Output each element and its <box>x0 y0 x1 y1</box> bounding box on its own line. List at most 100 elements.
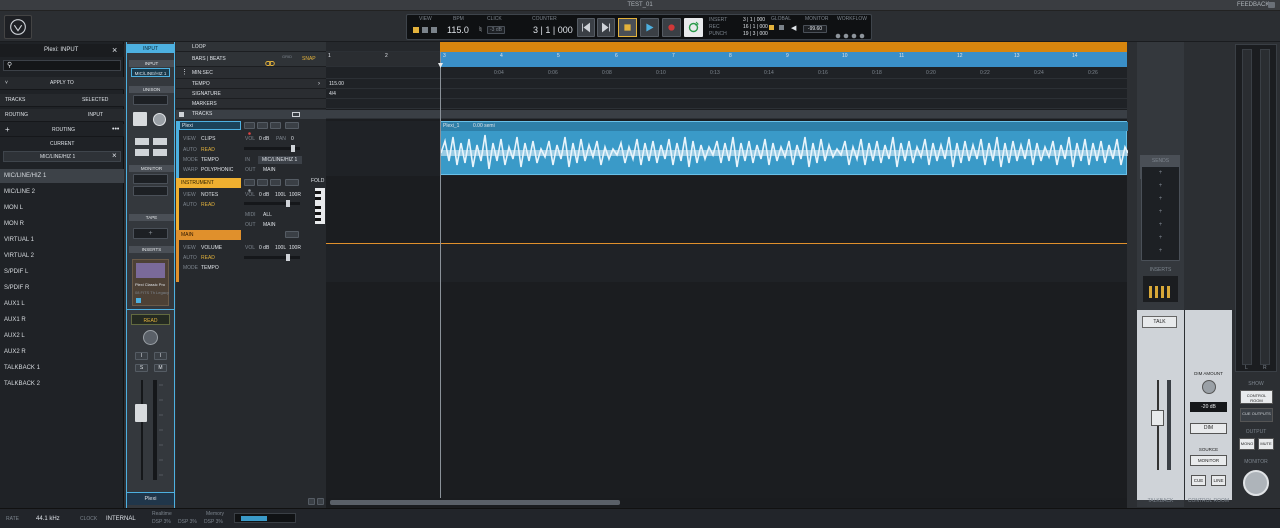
automation-mode-selector[interactable]: READ <box>131 314 170 325</box>
remove-icon[interactable]: × <box>112 151 117 160</box>
dim-amount-knob[interactable] <box>1202 380 1216 394</box>
punch-rec[interactable]: REC <box>709 25 720 30</box>
signature-lane[interactable]: 4/4 <box>326 89 1127 99</box>
polarity-button[interactable] <box>153 149 167 156</box>
feedback-icon[interactable] <box>1268 2 1275 8</box>
strip-input-selector[interactable]: MIC/LINE/HIZ 1 <box>131 68 170 77</box>
show-cue-outputs-button[interactable]: CUE OUTPUTS <box>1240 408 1273 422</box>
clip-header[interactable]: Plexi_1 0.00 semi <box>441 122 1128 131</box>
input-item-2[interactable]: MIC/LINE 2 <box>4 189 35 195</box>
instrument-view-value[interactable]: NOTES <box>201 193 218 198</box>
tape-slot[interactable]: + <box>133 228 168 239</box>
send-add-4[interactable]: + <box>1142 209 1179 215</box>
tracks-toggle-icon[interactable] <box>292 112 300 117</box>
send-add-1[interactable]: + <box>1142 170 1179 176</box>
plexi-auto-value[interactable]: READ <box>201 148 215 153</box>
tempo-expand-icon[interactable]: › <box>318 81 320 87</box>
plexi-out-value[interactable]: MAIN <box>263 168 276 173</box>
input-search-field[interactable]: ⚲ <box>3 60 121 71</box>
show-control-room-button[interactable]: CONTROL ROOM <box>1240 390 1273 404</box>
instrument-auto-value[interactable]: READ <box>201 203 215 208</box>
input-item-5[interactable]: VIRTUAL 1 <box>4 237 34 243</box>
instrument-vol-value[interactable]: 0 dB <box>259 193 269 198</box>
loop-lane[interactable] <box>326 42 1127 52</box>
markers-lane[interactable] <box>326 99 1127 109</box>
add-icon[interactable]: + <box>5 126 10 134</box>
speaker-icon[interactable]: ◀ <box>791 24 796 32</box>
link-icon[interactable] <box>265 55 275 66</box>
main-view-value[interactable]: VOLUME <box>201 246 222 251</box>
scrollbar-thumb[interactable] <box>330 500 620 505</box>
main-auto-value[interactable]: READ <box>201 256 215 261</box>
input-monitor-button[interactable]: I <box>135 352 148 360</box>
mono-button[interactable]: MONO <box>1239 438 1255 450</box>
bars-length[interactable]: 19 | 3 | 000 <box>743 32 768 37</box>
input-item-10[interactable]: AUX1 R <box>4 317 26 323</box>
snap-toggle[interactable]: SNAP <box>302 57 316 62</box>
min-sec-lane[interactable]: 0:04 0:06 0:08 0:10 0:13 0:14 0:16 0:18 … <box>326 67 1127 79</box>
click-level[interactable]: -3 dB <box>487 26 505 34</box>
send-add-2[interactable]: + <box>1142 183 1179 189</box>
tracks-collapse-icon[interactable] <box>179 112 184 117</box>
view-list-icon[interactable] <box>413 27 419 33</box>
instrument-mute[interactable] <box>285 179 299 186</box>
plexi-mute[interactable] <box>285 122 299 129</box>
plexi-pan-value[interactable]: 0 <box>291 137 294 142</box>
ruler-menu-icon[interactable]: ⋮ <box>181 68 188 76</box>
monitor-volume-knob[interactable] <box>1243 470 1269 496</box>
instrument-volume-slider[interactable] <box>244 200 300 207</box>
track-name-main[interactable]: MAIN <box>179 230 241 240</box>
track-name-plexi[interactable]: Plexi <box>179 121 241 130</box>
monitor-level[interactable]: -99.60 <box>803 25 827 33</box>
tempo-value[interactable]: 115.00 <box>329 82 344 87</box>
input-item-11[interactable]: AUX2 L <box>4 333 25 339</box>
plexi-view-value[interactable]: CLIPS <box>201 137 215 142</box>
plexi-input-selector[interactable]: MIC/LINE/HIZ 1 <box>258 156 302 164</box>
input-item-12[interactable]: AUX2 R <box>4 349 26 355</box>
loop-region[interactable] <box>440 42 1127 52</box>
monitor-slot-1[interactable] <box>133 174 168 184</box>
clock-value[interactable]: INTERNAL <box>106 516 136 522</box>
loop-button[interactable] <box>684 18 703 37</box>
stop-button[interactable] <box>618 18 637 37</box>
view-grid-icon[interactable] <box>431 27 437 33</box>
sends-slots[interactable]: + + + + + + + <box>1141 166 1180 261</box>
counter-value[interactable]: 3 | 1 | 000 <box>533 25 573 35</box>
zoom-in-button[interactable] <box>317 498 324 505</box>
clip-gain[interactable]: 0.00 semi <box>473 124 495 129</box>
current-input-chip[interactable]: MIC/LINE/HIZ 1 × <box>3 151 121 162</box>
instrument-solo[interactable] <box>270 179 281 186</box>
session-title[interactable]: TEST_01 <box>600 2 680 8</box>
zoom-out-button[interactable] <box>308 498 315 505</box>
main-pan-r[interactable]: 100R <box>289 246 301 251</box>
rate-value[interactable]: 44.1 kHz <box>36 516 60 522</box>
plexi-audio-clip[interactable]: Plexi_1 0.00 semi <box>440 121 1128 175</box>
plexi-plugin-insert[interactable]: Plexi Classic Pro 08 FITS Th Legacy <box>132 259 169 306</box>
talk-button[interactable]: TALK <box>1142 316 1177 328</box>
pad-button[interactable] <box>153 138 167 145</box>
apply-to-row[interactable]: ˅ APPLY TO <box>0 77 124 90</box>
plexi-warp-value[interactable]: POLYPHONIC <box>201 168 233 173</box>
metronome-icon[interactable]: ♮ <box>479 25 482 34</box>
cue-button[interactable]: CUE <box>1191 475 1206 486</box>
preamp-button[interactable] <box>133 112 147 126</box>
track-name-instrument[interactable]: INSTRUMENT <box>179 178 241 188</box>
plugin-power-icon[interactable] <box>136 298 141 303</box>
plexi-input-mon[interactable] <box>257 122 268 129</box>
send-add-7[interactable]: + <box>1142 248 1179 254</box>
lowcut-button[interactable] <box>135 149 149 156</box>
punch-label[interactable]: PUNCH <box>709 32 727 37</box>
bars-lane[interactable]: 1 2 3 4 5 6 7 8 9 10 11 12 13 14 <box>326 52 1127 67</box>
instrument-record-arm[interactable] <box>244 179 255 192</box>
input-item-8[interactable]: S/PDIF R <box>4 285 29 291</box>
global-mute-icon[interactable] <box>779 25 784 30</box>
input-item-1[interactable]: MIC/LINE/HIZ 1 <box>4 173 46 179</box>
view-mixer-icon[interactable] <box>422 27 428 33</box>
input-item-4[interactable]: MON R <box>4 221 24 227</box>
instrument-pan-r[interactable]: 100R <box>289 193 301 198</box>
strip-name-plate[interactable]: Plexi <box>127 492 174 505</box>
tracks-selector[interactable]: TRACKS SELECTED <box>0 94 124 107</box>
plexi-solo[interactable] <box>270 122 281 129</box>
solo-button[interactable]: S <box>135 364 148 372</box>
send-add-3[interactable]: + <box>1142 196 1179 202</box>
